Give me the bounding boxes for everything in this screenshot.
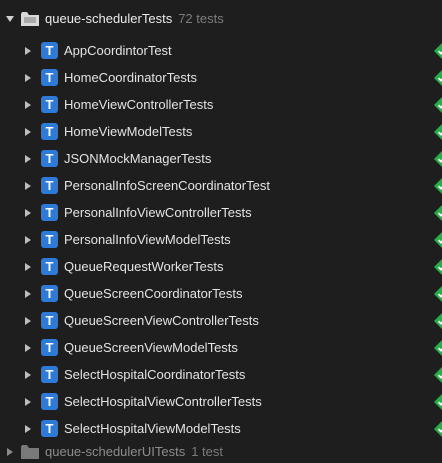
test-class-row[interactable]: T SelectHospitalViewControllerTests xyxy=(0,388,442,415)
test-class-icon: T xyxy=(41,393,58,410)
disclosure-triangle-right-icon[interactable] xyxy=(23,154,33,164)
test-passed-diamond-icon[interactable] xyxy=(434,177,442,194)
test-class-icon: T xyxy=(41,177,58,194)
disclosure-triangle-right-icon[interactable] xyxy=(23,397,33,407)
test-class-row[interactable]: T JSONMockManagerTests xyxy=(0,145,442,172)
bundle-test-count: 1 test xyxy=(191,444,223,459)
test-class-name: JSONMockManagerTests xyxy=(64,151,212,166)
test-passed-diamond-icon[interactable] xyxy=(434,96,442,113)
test-class-row[interactable]: T PersonalInfoViewControllerTests xyxy=(0,199,442,226)
test-passed-diamond-icon[interactable] xyxy=(434,339,442,356)
test-class-name: AppCoordintorTest xyxy=(64,43,172,58)
test-class-row[interactable]: T QueueScreenCoordinatorTests xyxy=(0,280,442,307)
test-passed-diamond-icon[interactable] xyxy=(434,204,442,221)
test-class-name: QueueScreenCoordinatorTests xyxy=(64,286,243,301)
test-class-row[interactable]: T HomeViewControllerTests xyxy=(0,91,442,118)
test-passed-diamond-icon[interactable] xyxy=(434,69,442,86)
test-class-name: HomeCoordinatorTests xyxy=(64,70,197,85)
disclosure-triangle-right-icon[interactable] xyxy=(23,316,33,326)
disclosure-triangle-right-icon[interactable] xyxy=(23,46,33,56)
disclosure-triangle-right-icon[interactable] xyxy=(23,424,33,434)
test-class-name: HomeViewModelTests xyxy=(64,124,193,139)
test-class-icon: T xyxy=(41,69,58,86)
disclosure-triangle-right-icon[interactable] xyxy=(23,127,33,137)
test-passed-diamond-icon[interactable] xyxy=(434,366,442,383)
test-bundle-folder-icon xyxy=(21,11,39,26)
test-class-name: QueueScreenViewControllerTests xyxy=(64,313,259,328)
test-class-name: HomeViewControllerTests xyxy=(64,97,214,112)
test-passed-diamond-icon[interactable] xyxy=(434,420,442,437)
test-class-icon: T xyxy=(41,231,58,248)
test-bundle-row[interactable]: queue-schedulerTests 72 tests xyxy=(0,5,442,32)
bundle-name: queue-schedulerUITests xyxy=(45,444,186,459)
test-class-row[interactable]: T QueueRequestWorkerTests xyxy=(0,253,442,280)
test-passed-diamond-icon[interactable] xyxy=(434,150,442,167)
disclosure-triangle-right-icon[interactable] xyxy=(23,100,33,110)
test-class-name: PersonalInfoViewControllerTests xyxy=(64,205,252,220)
test-class-icon: T xyxy=(41,339,58,356)
disclosure-triangle-right-icon[interactable] xyxy=(5,447,15,457)
test-class-icon: T xyxy=(41,258,58,275)
test-passed-diamond-icon[interactable] xyxy=(434,258,442,275)
test-passed-diamond-icon[interactable] xyxy=(434,393,442,410)
disclosure-triangle-right-icon[interactable] xyxy=(23,370,33,380)
test-class-row[interactable]: T SelectHospitalViewModelTests xyxy=(0,415,442,442)
test-class-name: QueueRequestWorkerTests xyxy=(64,259,224,274)
test-class-name: PersonalInfoViewModelTests xyxy=(64,232,231,247)
test-class-name: PersonalInfoScreenCoordinatorTest xyxy=(64,178,270,193)
test-class-row[interactable]: T SelectHospitalCoordinatorTests xyxy=(0,361,442,388)
test-class-row[interactable]: T QueueScreenViewControllerTests xyxy=(0,307,442,334)
test-class-name: QueueScreenViewModelTests xyxy=(64,340,238,355)
test-bundle-folder-icon xyxy=(21,444,39,459)
test-bundle-row[interactable]: queue-schedulerUITests 1 test xyxy=(0,440,442,463)
test-passed-diamond-icon[interactable] xyxy=(434,312,442,329)
test-class-row[interactable]: T PersonalInfoViewModelTests xyxy=(0,226,442,253)
test-class-name: SelectHospitalViewControllerTests xyxy=(64,394,262,409)
test-class-row[interactable]: T QueueScreenViewModelTests xyxy=(0,334,442,361)
test-class-row[interactable]: T HomeViewModelTests xyxy=(0,118,442,145)
test-passed-diamond-icon[interactable] xyxy=(434,231,442,248)
test-passed-diamond-icon[interactable] xyxy=(434,123,442,140)
disclosure-triangle-down-icon[interactable] xyxy=(5,14,15,24)
test-class-row[interactable]: T AppCoordintorTest xyxy=(0,37,442,64)
bundle-name: queue-schedulerTests xyxy=(45,11,173,26)
disclosure-triangle-right-icon[interactable] xyxy=(23,343,33,353)
test-class-icon: T xyxy=(41,150,58,167)
test-class-icon: T xyxy=(41,42,58,59)
disclosure-triangle-right-icon[interactable] xyxy=(23,181,33,191)
test-passed-diamond-icon[interactable] xyxy=(434,42,442,59)
bundle-test-count: 72 tests xyxy=(178,11,224,26)
test-class-row[interactable]: T PersonalInfoScreenCoordinatorTest xyxy=(0,172,442,199)
disclosure-triangle-right-icon[interactable] xyxy=(23,262,33,272)
test-class-icon: T xyxy=(41,96,58,113)
test-passed-diamond-icon[interactable] xyxy=(434,285,442,302)
disclosure-triangle-right-icon[interactable] xyxy=(23,289,33,299)
disclosure-triangle-right-icon[interactable] xyxy=(23,73,33,83)
disclosure-triangle-right-icon[interactable] xyxy=(23,235,33,245)
test-class-icon: T xyxy=(41,312,58,329)
test-class-icon: T xyxy=(41,204,58,221)
disclosure-triangle-right-icon[interactable] xyxy=(23,208,33,218)
test-class-icon: T xyxy=(41,366,58,383)
test-class-icon: T xyxy=(41,285,58,302)
test-class-name: SelectHospitalViewModelTests xyxy=(64,421,241,436)
test-navigator: queue-schedulerTests 72 tests T AppCoord… xyxy=(0,0,442,463)
test-class-row[interactable]: T HomeCoordinatorTests xyxy=(0,64,442,91)
test-class-icon: T xyxy=(41,123,58,140)
test-class-name: SelectHospitalCoordinatorTests xyxy=(64,367,246,382)
test-class-icon: T xyxy=(41,420,58,437)
